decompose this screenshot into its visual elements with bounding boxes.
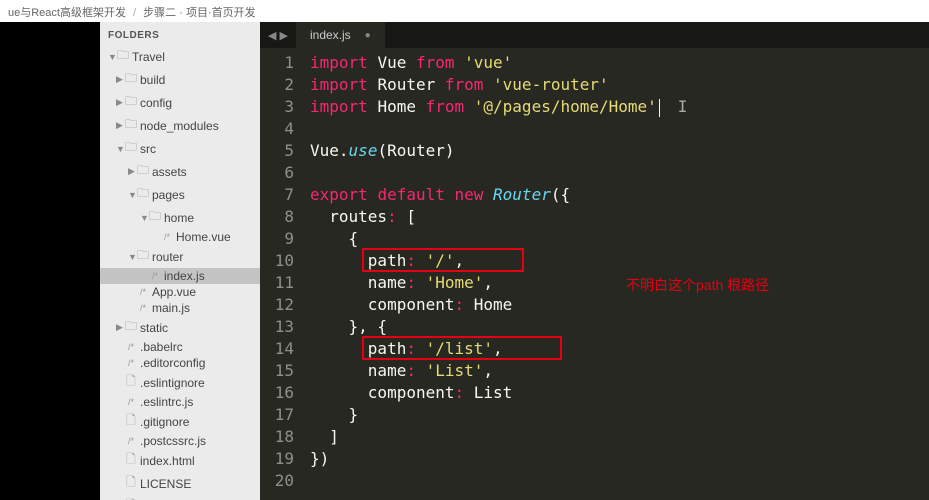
tree-file[interactable]: /*.editorconfig [100, 355, 260, 371]
code-line[interactable]: } [310, 404, 929, 426]
tree-file[interactable]: /*.eslintrc.js [100, 394, 260, 410]
tree-file[interactable]: /*App.vue [100, 284, 260, 300]
line-number: 6 [260, 162, 294, 184]
tab-index-js[interactable]: index.js ● [296, 22, 385, 48]
tree-file[interactable]: 🗋.gitignore [100, 410, 260, 433]
line-number: 19 [260, 448, 294, 470]
tree-file[interactable]: /*.babelrc [100, 339, 260, 355]
tree-folder[interactable]: ▶🗀node_modules [100, 114, 260, 137]
line-number: 14 [260, 338, 294, 360]
line-number: 12 [260, 294, 294, 316]
annotation-text: 不明白这个path 根路径 [626, 274, 769, 296]
code-line[interactable]: }) [310, 448, 929, 470]
tab-label: index.js [310, 28, 351, 42]
line-gutter: 1234567891011121314151617181920 [260, 48, 306, 500]
line-number: 15 [260, 360, 294, 382]
code-source[interactable]: 不明白这个path 根路径 import Vue from 'vue'impor… [306, 48, 929, 500]
left-letterbox [0, 22, 100, 500]
folder-sidebar: FOLDERS ▼🗀Travel▶🗀build▶🗀config▶🗀node_mo… [100, 22, 260, 500]
tree-folder[interactable]: ▼🗀home [100, 206, 260, 229]
code-line[interactable]: export default new Router({ [310, 184, 929, 206]
line-number: 7 [260, 184, 294, 206]
tree-file[interactable]: /*index.js [100, 268, 260, 284]
tab-dirty-icon: ● [365, 30, 371, 41]
tree-file[interactable]: /*main.js [100, 300, 260, 316]
line-number: 16 [260, 382, 294, 404]
tree-folder[interactable]: ▼🗀pages [100, 183, 260, 206]
tree-file[interactable]: /*Home.vue [100, 229, 260, 245]
line-number: 18 [260, 426, 294, 448]
tree-folder[interactable]: ▶🗀static [100, 316, 260, 339]
code-line[interactable]: component: Home [310, 294, 929, 316]
line-number: 20 [260, 470, 294, 492]
tree-folder[interactable]: ▶🗀config [100, 91, 260, 114]
tree-file[interactable]: 🗋LICENSE [100, 472, 260, 495]
line-number: 4 [260, 118, 294, 140]
code-line[interactable]: Vue.use(Router) [310, 140, 929, 162]
line-number: 3 [260, 96, 294, 118]
code-line[interactable]: import Router from 'vue-router' [310, 74, 929, 96]
line-number: 1 [260, 52, 294, 74]
text-cursor-icon: I [678, 97, 688, 116]
tree-root[interactable]: ▼🗀Travel [100, 45, 260, 68]
tree-folder[interactable]: ▶🗀build [100, 68, 260, 91]
line-number: 10 [260, 250, 294, 272]
tree-file[interactable]: 🗋index.html [100, 449, 260, 472]
breadcrumb: ue与React高级框架开发 / 步骤二 · 项目·首页开发 [0, 0, 929, 22]
breadcrumb-course: ue与React高级框架开发 [8, 7, 126, 19]
code-line[interactable]: import Vue from 'vue' [310, 52, 929, 74]
line-number: 2 [260, 74, 294, 96]
code-line[interactable] [310, 470, 929, 492]
line-number: 9 [260, 228, 294, 250]
file-tree: ▼🗀Travel▶🗀build▶🗀config▶🗀node_modules▼🗀s… [100, 45, 260, 500]
code-line[interactable] [310, 118, 929, 140]
code-line[interactable]: routes: [ [310, 206, 929, 228]
tree-file[interactable]: 🗋package-lock.json [100, 495, 260, 500]
line-number: 17 [260, 404, 294, 426]
code-line[interactable]: name: 'List', [310, 360, 929, 382]
tree-folder[interactable]: ▼🗀router [100, 245, 260, 268]
code-line[interactable]: { [310, 228, 929, 250]
tab-nav-arrows[interactable]: ◀ ▶ [260, 29, 296, 42]
line-number: 5 [260, 140, 294, 162]
breadcrumb-step: 步骤二 · 项目·首页开发 [143, 7, 255, 19]
code-line[interactable]: ] [310, 426, 929, 448]
tree-folder[interactable]: ▼🗀src [100, 137, 260, 160]
code-line[interactable]: name: 'Home', [310, 272, 929, 294]
tree-file[interactable]: /*.postcssrc.js [100, 433, 260, 449]
code-editor: ◀ ▶ index.js ● 1234567891011121314151617… [260, 22, 929, 500]
code-line[interactable]: }, { [310, 316, 929, 338]
line-number: 8 [260, 206, 294, 228]
code-line[interactable]: component: List [310, 382, 929, 404]
code-line[interactable] [310, 162, 929, 184]
code-line[interactable]: import Home from '@/pages/home/Home'I [310, 96, 929, 118]
line-number: 11 [260, 272, 294, 294]
code-area[interactable]: 1234567891011121314151617181920 不明白这个pat… [260, 48, 929, 500]
code-line[interactable]: path: '/list', [310, 338, 929, 360]
sidebar-header: FOLDERS [100, 28, 260, 45]
line-number: 13 [260, 316, 294, 338]
tree-folder[interactable]: ▶🗀assets [100, 160, 260, 183]
tab-bar: ◀ ▶ index.js ● [260, 22, 929, 48]
tree-file[interactable]: 🗋.eslintignore [100, 371, 260, 394]
code-line[interactable]: path: '/', [310, 250, 929, 272]
